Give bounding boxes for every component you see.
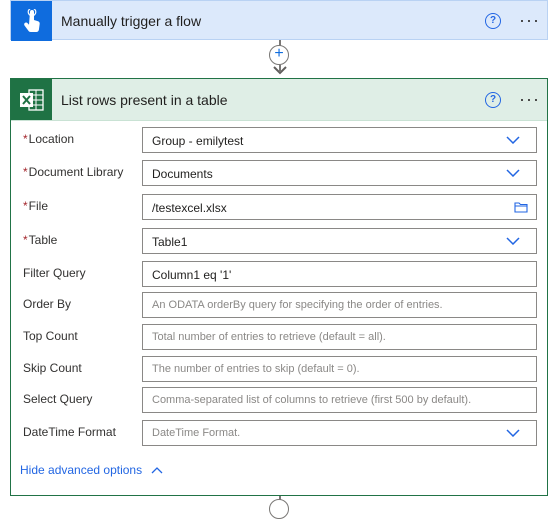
field-placeholder: Total number of entries to retrieve (def… bbox=[152, 331, 386, 343]
field-label: *File bbox=[23, 199, 49, 213]
more-horizontal-icon[interactable]: ··· bbox=[519, 90, 540, 108]
field-placeholder: An ODATA orderBy query for specifying th… bbox=[152, 299, 443, 311]
field-row-location: *Location Group - emilytest bbox=[11, 127, 547, 153]
hide-advanced-options-link[interactable]: Hide advanced options bbox=[20, 463, 163, 477]
select-query-input[interactable]: Comma-separated list of columns to retri… bbox=[142, 387, 537, 413]
question-circle-icon[interactable]: ? bbox=[485, 92, 501, 108]
location-dropdown[interactable]: Group - emilytest bbox=[142, 127, 537, 153]
question-circle-icon[interactable]: ? bbox=[485, 13, 501, 29]
field-label: *Location bbox=[23, 132, 75, 146]
field-label: Select Query bbox=[23, 392, 93, 406]
chevron-down-icon bbox=[506, 136, 520, 144]
skip-count-input[interactable]: The number of entries to skip (default =… bbox=[142, 356, 537, 382]
arrow-down-icon bbox=[273, 66, 287, 75]
field-label: *Table bbox=[23, 233, 58, 247]
field-value: Table1 bbox=[152, 235, 188, 249]
field-label: Skip Count bbox=[23, 361, 82, 375]
action-card-header[interactable]: List rows present in a table ? ··· bbox=[11, 79, 547, 121]
field-value: /testexcel.xlsx bbox=[152, 201, 227, 215]
field-row-skip-count: Skip Count The number of entries to skip… bbox=[11, 356, 547, 382]
field-row-document-library: *Document Library Documents bbox=[11, 160, 547, 186]
plus-icon[interactable]: + bbox=[269, 45, 289, 65]
field-row-filter-query: Filter Query Column1 eq '1' bbox=[11, 261, 547, 287]
field-placeholder: Comma-separated list of columns to retri… bbox=[152, 394, 472, 406]
field-label: Filter Query bbox=[23, 266, 86, 280]
hide-advanced-options-label: Hide advanced options bbox=[20, 463, 143, 477]
field-row-order-by: Order By An ODATA orderBy query for spec… bbox=[11, 292, 547, 318]
field-label: DateTime Format bbox=[23, 425, 116, 439]
document-library-dropdown[interactable]: Documents bbox=[142, 160, 537, 186]
folder-icon[interactable] bbox=[514, 201, 528, 213]
chevron-down-icon bbox=[506, 429, 520, 437]
field-label: *Document Library bbox=[23, 165, 124, 179]
field-value: Group - emilytest bbox=[152, 134, 244, 148]
field-placeholder: DateTime Format. bbox=[152, 427, 241, 439]
chevron-down-icon bbox=[506, 169, 520, 177]
field-row-datetime-format: DateTime Format DateTime Format. bbox=[11, 420, 547, 446]
top-count-input[interactable]: Total number of entries to retrieve (def… bbox=[142, 324, 537, 350]
field-label: Top Count bbox=[23, 329, 78, 343]
chevron-up-icon bbox=[151, 467, 163, 474]
chevron-down-icon bbox=[506, 237, 520, 245]
hand-tap-icon bbox=[11, 1, 52, 41]
action-card: List rows present in a table ? ··· *Loca… bbox=[10, 78, 548, 496]
field-placeholder: The number of entries to skip (default =… bbox=[152, 363, 360, 375]
plus-icon[interactable] bbox=[269, 499, 289, 519]
table-dropdown[interactable]: Table1 bbox=[142, 228, 537, 254]
field-row-table: *Table Table1 bbox=[11, 228, 547, 254]
trigger-title: Manually trigger a flow bbox=[61, 13, 202, 29]
field-value: Column1 eq '1' bbox=[152, 268, 232, 282]
more-horizontal-icon[interactable]: ··· bbox=[519, 11, 540, 29]
field-value: Documents bbox=[152, 167, 213, 181]
order-by-input[interactable]: An ODATA orderBy query for specifying th… bbox=[142, 292, 537, 318]
field-row-select-query: Select Query Comma-separated list of col… bbox=[11, 387, 547, 413]
filter-query-input[interactable]: Column1 eq '1' bbox=[142, 261, 537, 287]
excel-icon bbox=[11, 79, 52, 120]
trigger-card[interactable]: Manually trigger a flow ? ··· bbox=[10, 0, 548, 41]
field-row-file: *File /testexcel.xlsx bbox=[11, 194, 547, 220]
field-row-top-count: Top Count Total number of entries to ret… bbox=[11, 324, 547, 350]
file-input[interactable]: /testexcel.xlsx bbox=[142, 194, 537, 220]
datetime-format-dropdown[interactable]: DateTime Format. bbox=[142, 420, 537, 446]
field-label: Order By bbox=[23, 297, 72, 311]
action-title: List rows present in a table bbox=[61, 92, 228, 108]
